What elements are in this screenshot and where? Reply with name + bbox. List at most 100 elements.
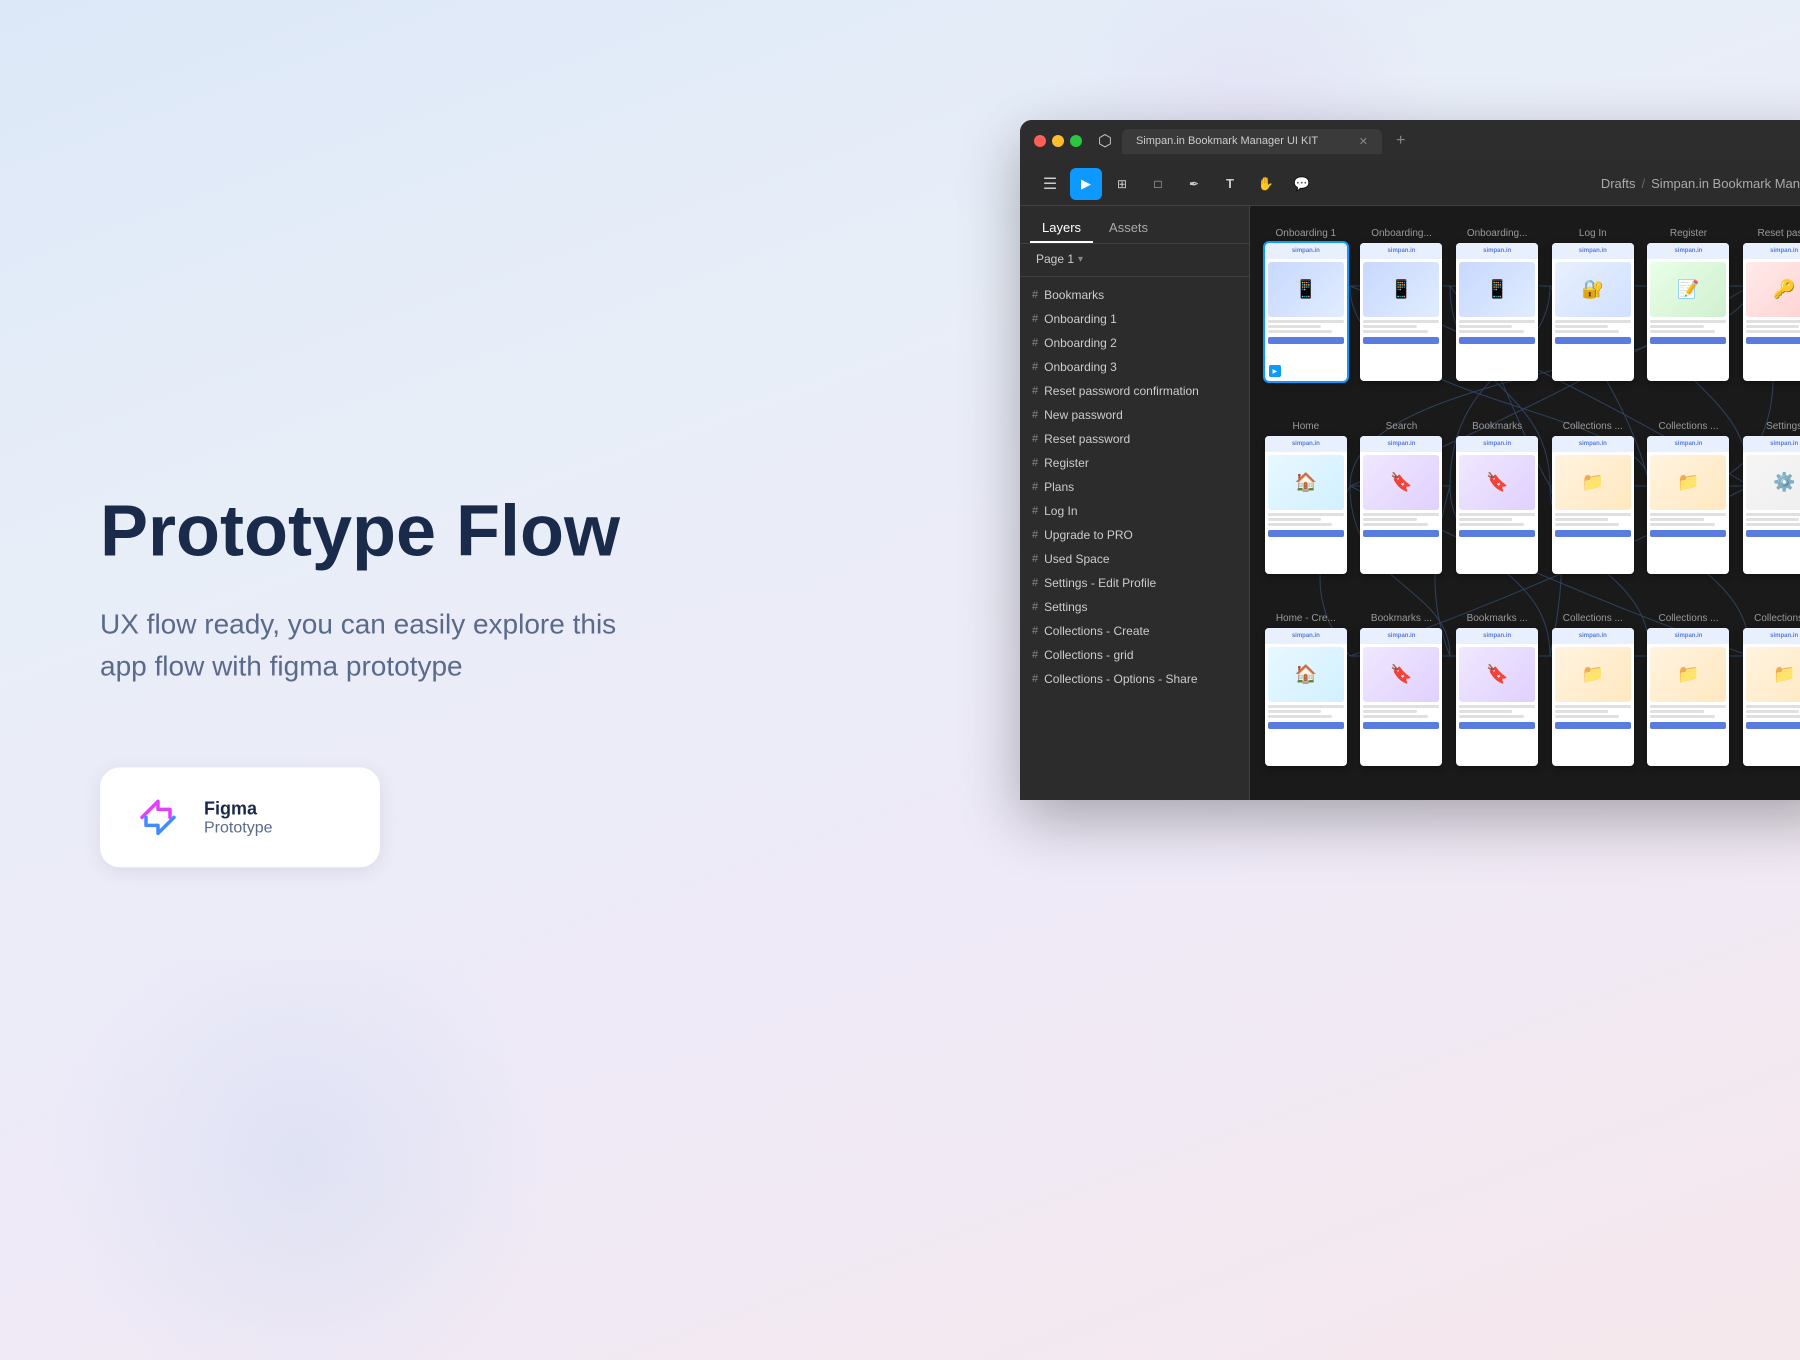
layer-name: Reset password confirmation [1044,384,1199,398]
layer-name: Plans [1044,480,1074,494]
frame-label: Collections ... [1754,613,1800,624]
frame-preview[interactable]: simpan.in 📱 ▶ [1265,243,1347,381]
layer-list: #Bookmarks#Onboarding 1#Onboarding 2#Onb… [1020,277,1249,697]
frame-preview[interactable]: simpan.in 📁 [1743,628,1800,766]
layer-item[interactable]: #Log In [1020,499,1249,523]
frame-label: Collections ... [1658,421,1718,432]
figma-canvas[interactable]: Onboarding 1 simpan.in 📱 ▶ Onboarding...… [1250,206,1800,800]
frame-preview[interactable]: simpan.in 📁 [1552,436,1634,574]
hash-icon: # [1032,409,1038,421]
figma-prototype-icon [132,792,184,844]
tab-assets[interactable]: Assets [1097,214,1160,243]
canvas-frame[interactable]: Collections ... simpan.in 📁 [1545,607,1641,800]
frame-label: Onboarding... [1467,228,1528,239]
canvas-frame[interactable]: Home simpan.in 🏠 [1258,415,1354,608]
layer-item[interactable]: #Onboarding 2 [1020,331,1249,355]
panel-tabs: Layers Assets [1020,206,1249,244]
layer-item[interactable]: #Used Space [1020,547,1249,571]
canvas-frame[interactable]: Register simpan.in 📝 [1641,222,1737,415]
layer-name: New password [1044,408,1123,422]
figma-brand-icon: ⬡ [1098,131,1112,151]
frame-tool[interactable]: ⊞ [1106,168,1138,200]
hash-icon: # [1032,313,1038,325]
frame-preview[interactable]: simpan.in 🔖 [1360,628,1442,766]
hand-tool[interactable]: ✋ [1250,168,1282,200]
canvas-frame[interactable]: Log In simpan.in 🔐 [1545,222,1641,415]
frame-preview[interactable]: simpan.in 🏠 [1265,436,1347,574]
canvas-frame[interactable]: Search simpan.in 🔖 [1354,415,1450,608]
layer-item[interactable]: #Reset password [1020,427,1249,451]
canvas-frame[interactable]: Collections ... simpan.in 📁 [1641,607,1737,800]
layer-item[interactable]: # Onboarding 1 [1020,307,1249,331]
canvas-frame[interactable]: Bookmarks ... simpan.in 🔖 [1354,607,1450,800]
close-dot[interactable] [1034,135,1046,147]
canvas-frame[interactable]: Onboarding... simpan.in 📱 [1449,222,1545,415]
layer-item[interactable]: #Settings [1020,595,1249,619]
frame-preview[interactable]: simpan.in 📁 [1552,628,1634,766]
canvas-frame-grid: Onboarding 1 simpan.in 📱 ▶ Onboarding...… [1250,222,1800,800]
layer-name: Collections - Create [1044,624,1149,638]
new-tab-button[interactable]: + [1396,132,1405,150]
layer-item[interactable]: #Plans [1020,475,1249,499]
canvas-frame[interactable]: Collections ... simpan.in 📁 [1641,415,1737,608]
canvas-frame[interactable]: Home - Cre... simpan.in 🏠 [1258,607,1354,800]
canvas-frame[interactable]: Bookmarks ... simpan.in 🔖 [1449,607,1545,800]
browser-dots [1034,135,1082,147]
figma-badge[interactable]: Figma Prototype [100,768,380,868]
hash-icon: # [1032,505,1038,517]
menu-button[interactable]: ☰ [1034,168,1066,200]
layer-item[interactable]: #Bookmarks [1020,283,1249,307]
canvas-frame[interactable]: Onboarding... simpan.in 📱 [1354,222,1450,415]
toolbar-left: ☰ ▶ ⊞ □ ✒ T ✋ 💬 [1034,168,1318,200]
layer-item[interactable]: #Collections - Options - Share [1020,667,1249,691]
frame-preview[interactable]: simpan.in ⚙️ [1743,436,1800,574]
frame-preview[interactable]: simpan.in 🏠 [1265,628,1347,766]
breadcrumb-project: Simpan.in Bookmark Manager [1651,176,1800,191]
canvas-frame[interactable]: Bookmarks simpan.in 🔖 [1449,415,1545,608]
layer-name: Onboarding 1 [1044,312,1117,326]
canvas-frame[interactable]: Collections ... simpan.in 📁 [1736,607,1800,800]
frame-preview[interactable]: simpan.in 📝 [1647,243,1729,381]
frame-preview[interactable]: simpan.in 📱 [1456,243,1538,381]
hash-icon: # [1032,649,1038,661]
layer-item[interactable]: #Register [1020,451,1249,475]
left-content: Prototype Flow UX flow ready, you can ea… [100,492,620,867]
layer-item[interactable]: # New password [1020,403,1249,427]
layer-name: Upgrade to PRO [1044,528,1133,542]
minimize-dot[interactable] [1052,135,1064,147]
select-tool[interactable]: ▶ [1070,168,1102,200]
canvas-frame[interactable]: Settings simpan.in ⚙️ [1736,415,1800,608]
frame-preview[interactable]: simpan.in 🔖 [1456,436,1538,574]
layer-name: Onboarding 2 [1044,336,1117,350]
page-selector[interactable]: Page 1 ▾ [1020,244,1249,277]
tab-close-button[interactable]: ✕ [1359,135,1368,148]
layer-name: Onboarding 3 [1044,360,1117,374]
frame-preview[interactable]: simpan.in 📁 [1647,436,1729,574]
frame-preview[interactable]: simpan.in 📱 [1360,243,1442,381]
layer-name: Reset password [1044,432,1130,446]
layers-panel: Layers Assets Page 1 ▾ #Bookmarks#Onboar… [1020,206,1250,800]
frame-preview[interactable]: simpan.in 🔖 [1360,436,1442,574]
shape-tool[interactable]: □ [1142,168,1174,200]
layer-item[interactable]: #Collections - grid [1020,643,1249,667]
layer-item[interactable]: #Onboarding 3 [1020,355,1249,379]
layer-item[interactable]: #Settings - Edit Profile [1020,571,1249,595]
maximize-dot[interactable] [1070,135,1082,147]
frame-preview[interactable]: simpan.in 🔖 [1456,628,1538,766]
hash-icon: # [1032,577,1038,589]
frame-preview[interactable]: simpan.in 🔐 [1552,243,1634,381]
frame-preview[interactable]: simpan.in 🔑 [1743,243,1800,381]
canvas-frame[interactable]: Collections ... simpan.in 📁 [1545,415,1641,608]
pen-tool[interactable]: ✒ [1178,168,1210,200]
frame-label: Register [1670,228,1707,239]
tab-layers[interactable]: Layers [1030,214,1093,243]
layer-item[interactable]: #Reset password confirmation [1020,379,1249,403]
layer-item[interactable]: #Upgrade to PRO [1020,523,1249,547]
canvas-frame[interactable]: Onboarding 1 simpan.in 📱 ▶ [1258,222,1354,415]
layer-item[interactable]: #Collections - Create [1020,619,1249,643]
canvas-frame[interactable]: Reset pas... simpan.in 🔑 [1736,222,1800,415]
text-tool[interactable]: T [1214,168,1246,200]
comment-tool[interactable]: 💬 [1286,168,1318,200]
frame-preview[interactable]: simpan.in 📁 [1647,628,1729,766]
browser-tab[interactable]: Simpan.in Bookmark Manager UI KIT ✕ [1122,129,1382,154]
